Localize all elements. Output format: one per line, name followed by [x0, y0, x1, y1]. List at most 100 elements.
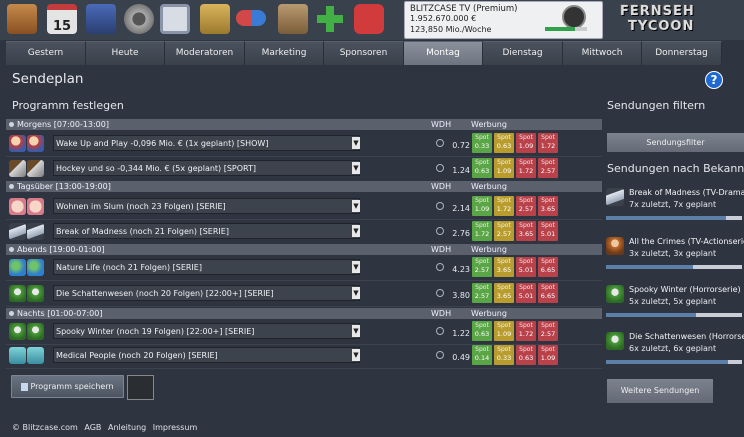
- tab-0[interactable]: Gestern: [6, 41, 86, 65]
- ad-spot-button[interactable]: Spot 5.01: [516, 257, 536, 277]
- film-reel-icon[interactable]: [124, 4, 154, 34]
- ad-spot-button[interactable]: Spot 0.14: [472, 345, 492, 365]
- director-chair-icon[interactable]: [86, 4, 116, 34]
- ad-spot-button[interactable]: Spot 2.57: [494, 221, 514, 241]
- ad-spot-button[interactable]: Spot 3.65: [494, 257, 514, 277]
- ad-spot-button[interactable]: Spot 0.33: [494, 345, 514, 365]
- ad-spot-button[interactable]: Spot 0.63: [472, 321, 492, 341]
- picture-frame-icon[interactable]: [160, 4, 190, 34]
- ad-spot-button[interactable]: Spot 1.09: [516, 133, 536, 153]
- program-select[interactable]: Medical People (noch 20 Folgen) [SERIE]: [53, 347, 360, 363]
- ad-spot-button[interactable]: Spot 1.72: [538, 133, 558, 153]
- ad-spot-button[interactable]: Spot 6.65: [538, 257, 558, 277]
- pill-icon[interactable]: [236, 10, 266, 26]
- program-select[interactable]: Spooky Winter (noch 19 Folgen) [22:00+] …: [53, 323, 360, 339]
- repeat-radio[interactable]: [436, 164, 444, 172]
- tab-3[interactable]: Marketing: [245, 41, 324, 65]
- popular-show-item[interactable]: Die Schattenwesen (Horrorserie) 6x zuletz…: [604, 330, 744, 376]
- repeat-radio[interactable]: [436, 263, 444, 271]
- ad-spot-button[interactable]: Spot 0.63: [494, 133, 514, 153]
- ad-spot-button[interactable]: Spot 6.65: [538, 283, 558, 303]
- ad-spot-button[interactable]: Spot 3.65: [516, 221, 536, 241]
- ad-spots: Spot 2.57 Spot 3.65 Spot 5.01 Spot 6.65: [472, 257, 558, 278]
- globe-icon: [27, 259, 44, 276]
- program-select[interactable]: Die Schattenwesen (noch 20 Folgen) [22:0…: [53, 285, 360, 301]
- program-select[interactable]: Nature Life (noch 21 Folgen) [SERIE]: [53, 259, 360, 275]
- popular-show-item[interactable]: Spooky Winter (Horrorserie) 5x zuletzt, 5…: [604, 283, 744, 329]
- ad-spot-button[interactable]: Spot 5.01: [516, 283, 536, 303]
- save-program-button[interactable]: Programm speichern: [11, 375, 124, 398]
- chevron-down-icon[interactable]: ▼: [352, 200, 360, 212]
- ad-spots: Spot 0.63 Spot 1.09 Spot 1.72 Spot 2.57: [472, 321, 558, 342]
- repeat-radio[interactable]: [436, 327, 444, 335]
- chevron-down-icon[interactable]: ▼: [352, 325, 360, 337]
- ad-spot-button[interactable]: Spot 0.63: [472, 158, 492, 178]
- money-progress-bar: [545, 27, 587, 31]
- wdh-header: WDH: [431, 120, 452, 129]
- money-bag-icon[interactable]: [200, 4, 230, 34]
- station-icon[interactable]: [7, 4, 37, 34]
- ad-spot-button[interactable]: Spot 2.57: [538, 321, 558, 341]
- tab-2[interactable]: Moderatoren: [165, 41, 245, 65]
- program-select[interactable]: Break of Madness (noch 21 Folgen) [SERIE…: [53, 223, 360, 239]
- show-stats: 7x zuletzt, 7x geplant: [629, 200, 717, 209]
- chevron-down-icon[interactable]: ▼: [352, 225, 360, 237]
- repeat-radio[interactable]: [436, 351, 444, 359]
- ad-spot-button[interactable]: Spot 1.09: [472, 196, 492, 216]
- calendar-icon[interactable]: 15: [47, 4, 77, 34]
- program-select[interactable]: Wake Up and Play -0,096 Mio. € (1x gepla…: [53, 135, 360, 151]
- creature-icon: [606, 285, 624, 303]
- ad-spot-button[interactable]: Spot 2.57: [538, 158, 558, 178]
- repeat-radio[interactable]: [436, 139, 444, 147]
- program-select[interactable]: Hockey und so -0,344 Mio. € (5x geplant)…: [53, 160, 360, 176]
- chevron-down-icon[interactable]: ▼: [352, 137, 360, 149]
- ad-spot-button[interactable]: Spot 2.57: [472, 283, 492, 303]
- building-icon[interactable]: [278, 4, 308, 34]
- popular-show-item[interactable]: Break of Madness (TV-Dramaserie) 7x zulet…: [604, 186, 744, 232]
- program-select[interactable]: Wohnen im Slum (noch 23 Folgen) [SERIE]: [53, 198, 360, 214]
- rating-value: 0.49: [452, 353, 470, 362]
- bullet-icon: [9, 184, 14, 189]
- ad-spot-button[interactable]: Spot 1.72: [516, 321, 536, 341]
- more-shows-button[interactable]: Weitere Sendungen: [607, 379, 713, 403]
- filter-button[interactable]: Sendungsfilter: [607, 133, 744, 152]
- tab-5[interactable]: Montag: [404, 41, 483, 65]
- tab-1[interactable]: Heute: [86, 41, 165, 65]
- tab-4[interactable]: Sponsoren: [324, 41, 404, 65]
- repeat-radio[interactable]: [436, 289, 444, 297]
- wdh-header: WDH: [431, 182, 452, 191]
- repeat-radio[interactable]: [436, 202, 444, 210]
- ad-spots: Spot 0.33 Spot 0.63 Spot 1.09 Spot 1.72: [472, 133, 558, 154]
- ad-spot-button[interactable]: Spot 0.33: [472, 133, 492, 153]
- tab-8[interactable]: Donnerstag: [642, 41, 722, 65]
- ad-spot-button[interactable]: Spot 2.57: [516, 196, 536, 216]
- power-icon[interactable]: [354, 4, 384, 34]
- ad-spot-button[interactable]: Spot 1.09: [494, 321, 514, 341]
- ad-spot-button[interactable]: Spot 5.01: [538, 221, 558, 241]
- cinema-icon[interactable]: [127, 375, 154, 400]
- tab-6[interactable]: Dienstag: [483, 41, 563, 65]
- footer-link-impressum[interactable]: Impressum: [153, 423, 197, 432]
- ad-spot-button[interactable]: Spot 3.65: [494, 283, 514, 303]
- plus-icon[interactable]: [315, 4, 345, 34]
- ad-spot-button[interactable]: Spot 1.72: [516, 158, 536, 178]
- ad-spot-button[interactable]: Spot 1.72: [472, 221, 492, 241]
- help-icon[interactable]: ?: [705, 71, 723, 89]
- ad-spot-button[interactable]: Spot 1.09: [538, 345, 558, 365]
- ad-spot-button[interactable]: Spot 0.63: [516, 345, 536, 365]
- ad-spot-button[interactable]: Spot 1.72: [494, 196, 514, 216]
- day-tabs: Gestern Heute Moderatoren Marketing Sponsore…: [6, 41, 744, 65]
- chevron-down-icon[interactable]: ▼: [352, 261, 360, 273]
- footer-link-anleitung[interactable]: Anleitung: [108, 423, 146, 432]
- repeat-radio[interactable]: [436, 227, 444, 235]
- footer-link-agb[interactable]: AGB: [84, 423, 101, 432]
- chevron-down-icon[interactable]: ▼: [352, 287, 360, 299]
- creature-icon: [9, 285, 26, 302]
- popular-show-item[interactable]: All the Crimes (TV-Actionserie) 3x zuletz…: [604, 235, 744, 281]
- tab-7[interactable]: Mittwoch: [563, 41, 642, 65]
- chevron-down-icon[interactable]: ▼: [352, 349, 360, 361]
- ad-spot-button[interactable]: Spot 1.09: [494, 158, 514, 178]
- chevron-down-icon[interactable]: ▼: [352, 162, 360, 174]
- ad-spot-button[interactable]: Spot 3.65: [538, 196, 558, 216]
- ad-spot-button[interactable]: Spot 2.57: [472, 257, 492, 277]
